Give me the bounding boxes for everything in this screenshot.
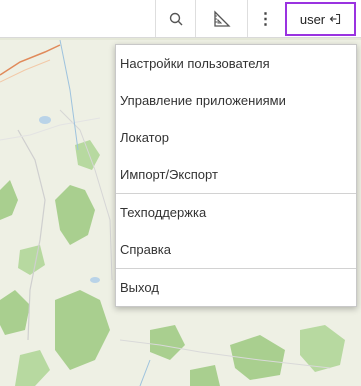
logout-icon	[329, 13, 341, 25]
menu-item-import-export[interactable]: Импорт/Экспорт	[116, 156, 356, 193]
ruler-button[interactable]	[195, 0, 247, 37]
user-menu-button[interactable]: user	[285, 2, 356, 36]
ruler-icon	[213, 9, 231, 27]
menu-item-logout[interactable]: Выход	[116, 269, 356, 306]
menu-item-support[interactable]: Техподдержка	[116, 194, 356, 231]
menu-item-user-settings[interactable]: Настройки пользователя	[116, 45, 356, 82]
search-icon	[169, 12, 182, 25]
more-vertical-icon: ⋮	[257, 10, 274, 28]
menu-item-help[interactable]: Справка	[116, 231, 356, 268]
menu-item-app-management[interactable]: Управление приложениями	[116, 82, 356, 119]
user-label: user	[299, 11, 326, 27]
user-dropdown-menu: Настройки пользователя Управление прилож…	[115, 44, 357, 307]
toolbar: ⋮ user	[0, 0, 361, 38]
menu-item-locator[interactable]: Локатор	[116, 119, 356, 156]
more-menu-button[interactable]: ⋮	[247, 0, 283, 37]
search-button[interactable]	[155, 0, 195, 37]
app: ⋮ user Настройки пользователя Управление…	[0, 0, 361, 386]
